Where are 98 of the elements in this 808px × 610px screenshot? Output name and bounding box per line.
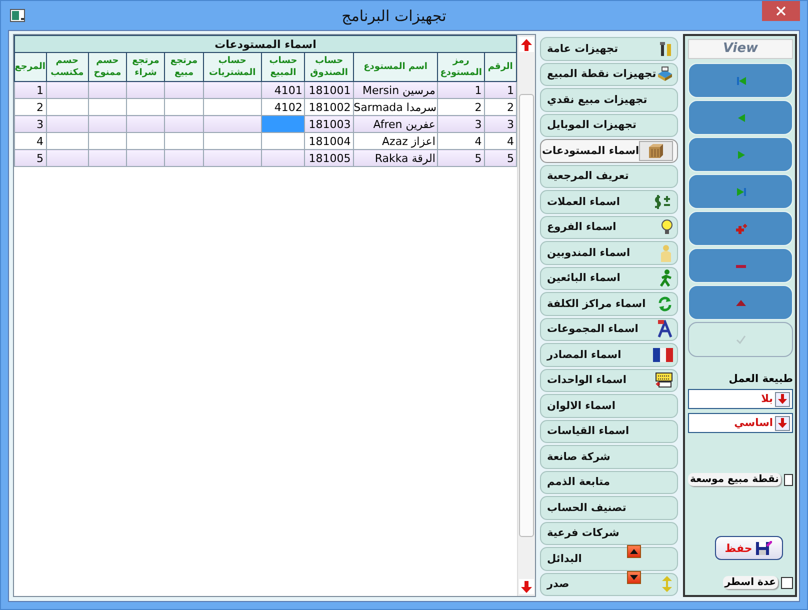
font-icon	[657, 320, 673, 338]
menu-item[interactable]: اسماء مراكز الكلفة	[540, 292, 678, 316]
table-cell[interactable]: عفرين Afren	[353, 116, 438, 132]
delete-button[interactable]	[688, 248, 793, 283]
tools-icon	[659, 40, 673, 57]
up-down-arrows-icon	[661, 576, 673, 592]
previous-record-button[interactable]	[688, 100, 793, 135]
menu-item[interactable]: تجهيزات نقطة المبيع	[540, 62, 678, 86]
table-cell[interactable]: 1	[484, 82, 516, 98]
app-icon	[10, 8, 26, 22]
first-record-button[interactable]	[688, 63, 793, 98]
checkbox[interactable]	[784, 474, 793, 486]
checkmark-icon	[734, 334, 746, 346]
selected-table-cell[interactable]	[262, 116, 305, 132]
table-cell[interactable]: 1	[14, 82, 46, 98]
arrow-down-icon	[521, 580, 532, 592]
person-icon	[659, 244, 673, 262]
dropdown-arrow-icon	[778, 394, 787, 404]
flag-icon	[653, 348, 673, 362]
table-cell[interactable]: 5	[438, 150, 484, 166]
cash-register-icon	[656, 66, 674, 82]
table-cell[interactable]: مرسين Mersin	[353, 82, 438, 98]
table-cell[interactable]: 181003	[304, 116, 354, 132]
menu-item[interactable]: اسماء المستودعات	[540, 139, 678, 162]
column-header[interactable]: مرتجع مبيع	[164, 52, 204, 82]
scroll-up-button[interactable]	[627, 545, 641, 558]
menu-item[interactable]: شركات فرعية	[540, 522, 678, 545]
save-button[interactable]: حفظ	[714, 536, 782, 560]
menu-item[interactable]: متابعة الذمم	[540, 470, 678, 494]
add-button[interactable]	[688, 211, 793, 246]
column-header[interactable]: الرقم	[484, 52, 516, 82]
add-icon	[734, 222, 746, 234]
menu-item[interactable]: تعريف المرجعية	[540, 164, 678, 188]
menu-item[interactable]: اسماء العملات	[540, 190, 678, 214]
column-header[interactable]: حسم ممنوح	[88, 52, 127, 82]
last-record-button[interactable]	[688, 174, 793, 209]
menu-item[interactable]: اسماء القياسات	[540, 420, 678, 443]
menu-item[interactable]: تجهيزات مبيع نقدي	[540, 88, 678, 112]
caret-down-icon	[630, 575, 638, 580]
menu-item[interactable]: شركة صانعة	[540, 445, 678, 468]
next-record-button[interactable]	[688, 137, 793, 172]
table-cell[interactable]: 1	[438, 82, 484, 98]
dropdown-arrow-icon	[778, 418, 787, 428]
scroll-down-button[interactable]	[627, 571, 641, 584]
menu-item[interactable]: اسماء المصادر	[540, 343, 678, 366]
work-type-label: طبيعة العمل	[728, 373, 793, 385]
table-cell[interactable]: 3	[438, 116, 484, 132]
column-header[interactable]: حساب المبيع	[262, 52, 305, 82]
column-header[interactable]: اسم المستودع	[353, 52, 438, 82]
checkbox-label[interactable]: نقطة مبيع موسعة	[688, 473, 781, 486]
menu-item[interactable]: صدر	[540, 572, 678, 596]
light-bulb-icon	[661, 219, 673, 236]
first-record-icon	[734, 74, 746, 86]
caret-up-icon	[630, 549, 638, 554]
column-header[interactable]: مرتجع شراء	[126, 52, 165, 82]
last-record-icon	[734, 186, 746, 198]
table-cell[interactable]: الرقة Rakka	[353, 150, 438, 166]
column-header[interactable]: رمز المستودع	[438, 52, 484, 82]
table-cell[interactable]: 181005	[304, 150, 354, 166]
refresh-icon	[657, 296, 673, 312]
close-icon	[776, 6, 786, 16]
menu-item[interactable]: اسماء المجموعات	[540, 318, 678, 341]
checkbox-label[interactable]: عدة اسطر	[722, 576, 778, 589]
checkbox[interactable]	[781, 576, 793, 588]
menu-item[interactable]: تصنيف الحساب	[540, 496, 678, 520]
menu-item[interactable]: اسماء الواحدات	[540, 368, 678, 392]
column-header[interactable]: حساب المشتريات	[203, 52, 262, 82]
panel-header: View	[688, 39, 793, 59]
dropdown[interactable]: اساسي	[688, 413, 793, 433]
scrollbar-thumb[interactable]	[519, 94, 534, 537]
keyboard-icon	[655, 372, 673, 388]
menu-item[interactable]: اسماء البائعين	[540, 266, 678, 290]
runner-icon	[659, 269, 673, 288]
close-button[interactable]	[762, 1, 800, 21]
scroll-down-button[interactable]	[519, 579, 534, 594]
table-cell[interactable]: 3	[14, 116, 46, 132]
window-title: تجهيزات البرنامج	[340, 6, 448, 24]
arrow-up-icon	[521, 38, 532, 50]
table-title: اسماء المستودعات	[14, 36, 516, 52]
menu-item[interactable]: اسماء المندوبين	[540, 241, 678, 264]
box-icon	[648, 142, 664, 159]
table-cell[interactable]: 5	[14, 150, 46, 166]
table-cell[interactable]: 3	[484, 116, 516, 132]
column-header[interactable]: المرجع	[14, 52, 46, 82]
up-button[interactable]	[688, 285, 793, 320]
table-cell[interactable]: 181001	[304, 82, 354, 98]
currency-icon	[653, 194, 673, 209]
menu-item[interactable]: تجهيزات الموبايل	[540, 114, 678, 137]
scroll-up-button[interactable]	[519, 37, 534, 52]
menu-item[interactable]: البدائل	[540, 547, 678, 570]
menu-item[interactable]: تجهيزات عامة	[540, 37, 678, 60]
dropdown[interactable]: بلا	[688, 389, 793, 409]
menu-item[interactable]: اسماء الالوان	[540, 394, 678, 418]
column-header[interactable]: حساب الصندوق	[304, 52, 354, 82]
menu-item[interactable]: اسماء الفروع	[540, 216, 678, 239]
column-header[interactable]: حسم مكتسب	[46, 52, 88, 82]
table-cell[interactable]: 4101	[262, 82, 305, 98]
table-cell[interactable]: 5	[484, 150, 516, 166]
